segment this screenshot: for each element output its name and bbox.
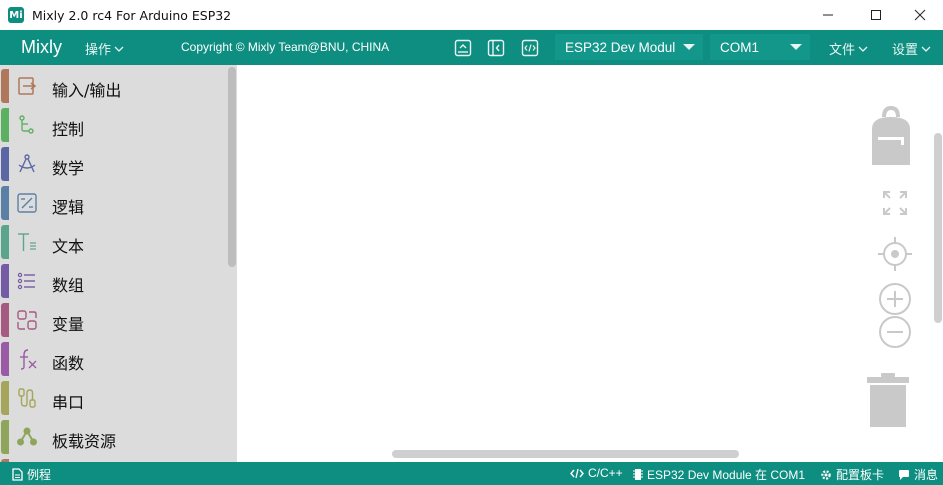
configure-board-label: 配置板卡 [836,468,885,482]
compass-math-icon [18,154,36,173]
window-title: Mixly 2.0 rc4 For Arduino ESP32 [32,7,232,23]
category-board-resources[interactable]: 板载资源 [0,418,226,455]
category-label: 数组 [52,276,85,295]
brand-logo: Mixly [21,37,62,57]
settings-menu-label: 设置 [892,43,919,58]
board-status-label: ESP32 Dev Module 在 COM1 [647,468,806,482]
category-color-bar [1,147,9,181]
category-color-bar [1,420,9,454]
copyright-text: Copyright © Mixly Team@BNU, CHINA [181,40,390,54]
block-toolbox: 输入/输出 控制 数学 逻辑 文本 数组 变量 函数 串口 板载资源 [0,65,237,462]
category-array[interactable]: 数组 [0,262,226,299]
chevron-down-icon [114,46,124,52]
zoom-in-icon[interactable] [878,282,912,316]
app-logo-icon: Mi [8,7,24,23]
board-resource-icon [17,427,37,446]
trash-icon[interactable] [866,371,910,429]
category-label: 串口 [52,393,85,412]
category-logic[interactable]: 逻辑 [0,184,226,221]
category-label: 板载资源 [52,432,117,451]
category-control[interactable]: 控制 [0,106,226,143]
category-color-bar [1,381,9,415]
file-menu-label: 文件 [829,43,856,58]
settings-menu[interactable]: 设置 [892,39,931,58]
configure-board-button[interactable]: 配置板卡 [820,466,884,483]
category-color-bar [1,225,9,259]
category-label: 变量 [52,315,85,334]
category-label: 逻辑 [52,198,85,217]
workspace-vertical-scrollbar[interactable] [934,133,942,323]
category-label: 输入/输出 [52,81,122,100]
board-select-value: ESP32 Dev Module [565,39,675,55]
toolbox-scrollbar[interactable] [228,67,236,267]
workspace-horizontal-scrollbar[interactable] [392,450,739,458]
upload-panel-icon[interactable] [454,39,472,57]
block-workspace[interactable] [237,65,943,462]
category-color-bar [1,69,9,103]
category-color-bar [1,303,9,337]
status-bar: 例程 C/C++ ESP32 Dev Module 在 COM1 配置板卡 消息 [0,462,943,485]
category-label: 文本 [52,237,85,256]
file-menu[interactable]: 文件 [829,39,868,58]
control-flow-icon [19,115,34,134]
backpack-icon[interactable] [870,105,912,169]
input-output-icon [18,77,37,95]
close-icon [914,9,926,21]
code-view-icon[interactable] [521,39,539,57]
category-functions[interactable]: 函数 [0,340,226,377]
fullscreen-icon[interactable] [883,191,907,215]
function-fx-icon [20,349,37,370]
port-select-value: COM1 [720,39,760,55]
chip-icon [633,469,643,480]
category-color-bar [1,342,9,376]
category-serial[interactable]: 串口 [0,379,226,416]
text-icon [18,233,36,251]
logic-icon [17,193,37,213]
minimize-icon [823,14,833,16]
variable-icon [17,310,37,330]
caret-down-icon [683,44,695,50]
category-color-bar [1,186,9,220]
category-label: 控制 [52,120,85,139]
language-indicator[interactable]: C/C++ [570,466,623,480]
chevron-down-icon [921,46,931,52]
category-label: 函数 [52,354,85,373]
category-label: 数学 [52,159,85,178]
close-button[interactable] [897,0,943,30]
board-select[interactable]: ESP32 Dev Module [555,34,703,60]
gear-icon [821,469,831,480]
messages-label: 消息 [914,468,939,482]
messages-button[interactable]: 消息 [898,466,938,483]
toggle-sidebar-icon[interactable] [487,39,505,57]
operate-menu-label: 操作 [85,43,112,58]
operate-menu[interactable]: 操作 [85,39,124,58]
category-text[interactable]: 文本 [0,223,226,260]
chevron-down-icon [858,46,868,52]
board-status[interactable]: ESP32 Dev Module 在 COM1 [633,466,805,483]
caret-down-icon [790,44,802,50]
maximize-icon [871,10,881,20]
serial-cable-icon [18,388,36,408]
category-variables[interactable]: 变量 [0,301,226,338]
examples-label: 例程 [27,468,52,482]
document-icon [12,468,23,481]
category-color-bar [1,264,9,298]
category-color-bar [1,108,9,142]
examples-button[interactable]: 例程 [12,466,51,483]
port-select[interactable]: COM1 [710,34,810,60]
category-io[interactable]: 输入/输出 [0,67,226,104]
recenter-icon[interactable] [878,237,912,271]
code-icon [570,468,584,478]
chat-icon [899,469,909,480]
main-toolbar: Mixly 操作 Copyright © Mixly Team@BNU, CHI… [0,30,943,65]
list-icon [17,272,35,290]
window-titlebar: Mi Mixly 2.0 rc4 For Arduino ESP32 [0,0,943,30]
language-label: C/C++ [588,466,623,480]
minimize-button[interactable] [805,0,851,30]
maximize-button[interactable] [853,0,899,30]
zoom-out-icon[interactable] [878,315,912,349]
category-math[interactable]: 数学 [0,145,226,182]
